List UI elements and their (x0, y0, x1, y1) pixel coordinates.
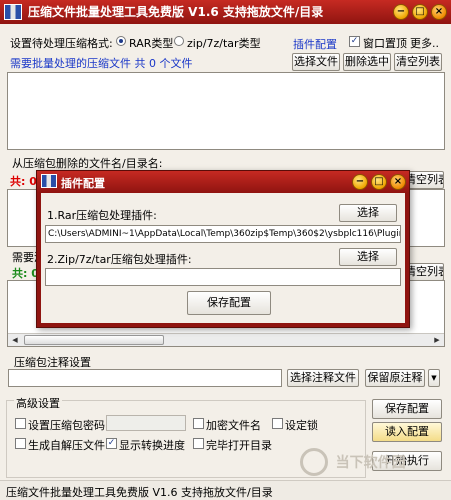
scroll-thumb[interactable] (24, 335, 164, 345)
set-password-checkbox[interactable] (15, 418, 26, 429)
maximize-icon[interactable]: □ (412, 4, 428, 20)
more-link[interactable]: 更多.. (410, 35, 439, 51)
set-lock-checkbox[interactable] (272, 418, 283, 429)
select-files-button[interactable]: 选择文件 (292, 53, 340, 71)
radio-rar-label[interactable]: RAR类型 (129, 35, 173, 51)
minimize-icon[interactable]: − (393, 4, 409, 20)
status-bar: 压缩文件批量处理工具免费版 V1.6 支持拖放文件/目录 (0, 480, 451, 500)
set-password-label[interactable]: 设置压缩包密码 (28, 417, 105, 433)
radio-zip-label[interactable]: zip/7z/tar类型 (187, 35, 261, 51)
dialog-title: 插件配置 (61, 177, 105, 190)
dialog-app-icon (41, 174, 57, 188)
radio-rar[interactable] (116, 36, 126, 46)
rar-plugin-select-button[interactable]: 选择 (339, 204, 397, 222)
rar-plugin-label: 1.Rar压缩包处理插件: (47, 209, 157, 222)
delete-section-title: 从压缩包删除的文件名/目录名: (12, 157, 163, 170)
save-config-button[interactable]: 保存配置 (372, 399, 442, 419)
dialog-save-config-button[interactable]: 保存配置 (187, 291, 271, 315)
zip-plugin-select-button[interactable]: 选择 (339, 248, 397, 266)
set-lock-label[interactable]: 设定锁 (285, 417, 318, 433)
files-status: 需要批量处理的压缩文件 共 0 个文件 (10, 57, 193, 70)
file-list[interactable] (7, 72, 445, 150)
zip-plugin-label: 2.Zip/7z/tar压缩包处理插件: (47, 253, 192, 266)
dialog-titlebar[interactable]: 插件配置 − □ × (37, 171, 409, 193)
comment-section-title: 压缩包注释设置 (14, 356, 91, 369)
open-dir-label[interactable]: 完毕打开目录 (206, 437, 272, 453)
gen-sfx-label[interactable]: 生成自解压文件 (28, 437, 105, 453)
status-text: 压缩文件批量处理工具免费版 V1.6 支持拖放文件/目录 (6, 486, 273, 499)
radio-zip[interactable] (174, 36, 184, 46)
keep-comment-button[interactable]: 保留原注释 (365, 369, 425, 387)
dialog-body: 1.Rar压缩包处理插件: 选择 C:\Users\ADMINI~1\AppDa… (41, 193, 405, 323)
clear-files-button[interactable]: 清空列表 (394, 53, 442, 71)
keep-comment-dropdown-icon[interactable]: ▼ (428, 369, 440, 387)
add-list-scrollbar[interactable]: ◀ ▶ (8, 333, 444, 346)
scroll-left-arrow[interactable]: ◀ (8, 334, 22, 347)
show-progress-label[interactable]: 显示转换进度 (119, 437, 185, 453)
gen-sfx-checkbox[interactable] (15, 438, 26, 449)
app-icon (4, 4, 22, 20)
plugin-config-dialog: 插件配置 − □ × 1.Rar压缩包处理插件: 选择 C:\Users\ADM… (36, 170, 410, 328)
dialog-minimize-icon[interactable]: − (352, 174, 368, 190)
encrypt-names-checkbox[interactable] (193, 418, 204, 429)
delete-count: 共: 0 (10, 175, 37, 188)
clear-add-list-button[interactable]: 清空列表 (404, 263, 444, 281)
add-count: 共: 0 (12, 267, 39, 280)
zip-plugin-path-input[interactable] (45, 268, 401, 286)
ontop-checkbox[interactable]: ✓ (349, 36, 360, 47)
main-titlebar[interactable]: 压缩文件批量处理工具免费版 V1.6 支持拖放文件/目录 − □ × (0, 0, 451, 24)
scroll-right-arrow[interactable]: ▶ (430, 334, 444, 347)
load-config-button[interactable]: 读入配置 (372, 422, 442, 442)
encrypt-names-label[interactable]: 加密文件名 (206, 417, 261, 433)
close-icon[interactable]: × (431, 4, 447, 20)
dialog-close-icon[interactable]: × (390, 174, 406, 190)
rar-plugin-path-input[interactable]: C:\Users\ADMINI~1\AppData\Local\Temp\360… (45, 225, 401, 243)
watermark-text: 当下软件园 (335, 455, 406, 471)
password-input[interactable] (106, 415, 186, 431)
open-dir-checkbox[interactable] (193, 438, 204, 449)
window-title: 压缩文件批量处理工具免费版 V1.6 支持拖放文件/目录 (28, 5, 324, 19)
advanced-title: 高级设置 (14, 395, 62, 411)
comment-input[interactable] (8, 369, 282, 387)
dialog-maximize-icon[interactable]: □ (371, 174, 387, 190)
ontop-label[interactable]: 窗口置顶 (363, 35, 407, 51)
show-progress-checkbox[interactable]: ✓ (106, 438, 117, 449)
plugin-config-link[interactable]: 插件配置 (293, 36, 337, 52)
format-label: 设置待处理压缩格式: (10, 37, 113, 50)
clear-delete-list-button[interactable]: 清空列表 (404, 171, 444, 189)
select-comment-file-button[interactable]: 选择注释文件 (287, 369, 359, 387)
watermark-logo: 当下软件园 (300, 448, 406, 476)
remove-selected-button[interactable]: 删除选中 (343, 53, 391, 71)
